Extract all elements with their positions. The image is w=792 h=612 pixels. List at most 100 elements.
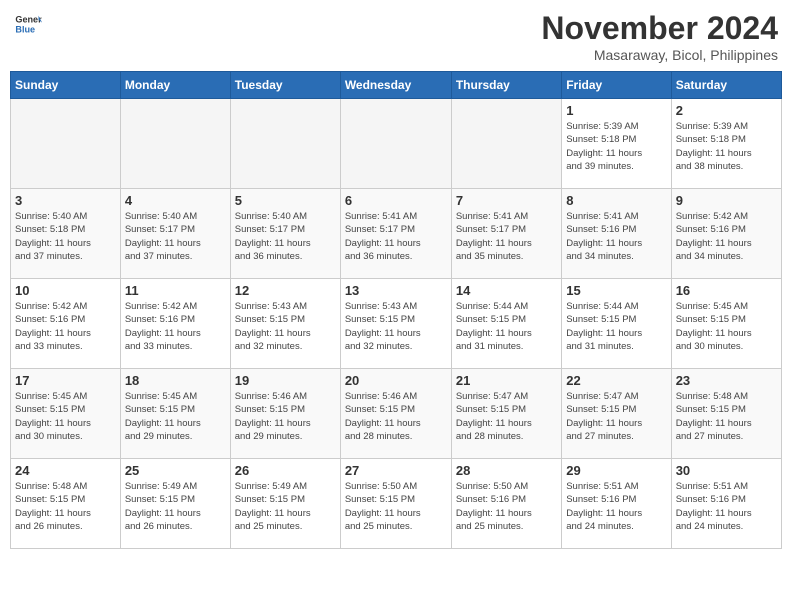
day-number: 7 [456, 193, 557, 208]
day-cell: 13 Sunrise: 5:43 AMSunset: 5:15 PMDayligh… [340, 279, 451, 369]
day-cell: 29 Sunrise: 5:51 AMSunset: 5:16 PMDayligh… [562, 459, 671, 549]
day-info: Sunrise: 5:41 AMSunset: 5:17 PMDaylight:… [345, 210, 447, 263]
day-number: 2 [676, 103, 777, 118]
day-info: Sunrise: 5:51 AMSunset: 5:16 PMDaylight:… [566, 480, 666, 533]
day-number: 17 [15, 373, 116, 388]
week-row-2: 3 Sunrise: 5:40 AMSunset: 5:18 PMDaylight… [11, 189, 782, 279]
day-number: 13 [345, 283, 447, 298]
day-info: Sunrise: 5:42 AMSunset: 5:16 PMDaylight:… [125, 300, 226, 353]
day-number: 3 [15, 193, 116, 208]
day-info: Sunrise: 5:46 AMSunset: 5:15 PMDaylight:… [235, 390, 336, 443]
day-cell: 15Sunrise: 5:44 AMSunset: 5:15 PMDayligh… [562, 279, 671, 369]
day-cell: 27Sunrise: 5:50 AMSunset: 5:15 PMDayligh… [340, 459, 451, 549]
day-info: Sunrise: 5:45 AMSunset: 5:15 PMDaylight:… [676, 300, 777, 353]
day-number: 24 [15, 463, 116, 478]
day-cell: 1 Sunrise: 5:39 AMSunset: 5:18 PMDaylight… [562, 99, 671, 189]
day-number: 22 [566, 373, 666, 388]
day-cell: 4 Sunrise: 5:40 AMSunset: 5:17 PMDaylight… [120, 189, 230, 279]
weekday-header-sunday: Sunday [11, 72, 121, 99]
week-row-4: 17 Sunrise: 5:45 AMSunset: 5:15 PMDayligh… [11, 369, 782, 459]
weekday-header-monday: Monday [120, 72, 230, 99]
day-number: 14 [456, 283, 557, 298]
page-header: General Blue November 2024 Masaraway, Bi… [10, 10, 782, 63]
logo: General Blue [14, 10, 42, 38]
week-row-3: 10 Sunrise: 5:42 AMSunset: 5:16 PMDayligh… [11, 279, 782, 369]
day-cell: 16Sunrise: 5:45 AMSunset: 5:15 PMDayligh… [671, 279, 781, 369]
day-info: Sunrise: 5:51 AMSunset: 5:16 PMDaylight:… [676, 480, 777, 533]
day-cell: 6 Sunrise: 5:41 AMSunset: 5:17 PMDaylight… [340, 189, 451, 279]
day-info: Sunrise: 5:42 AMSunset: 5:16 PMDaylight:… [15, 300, 116, 353]
day-number: 15 [566, 283, 666, 298]
day-info: Sunrise: 5:41 AMSunset: 5:17 PMDaylight:… [456, 210, 557, 263]
calendar-table: SundayMondayTuesdayWednesdayThursdayFrid… [10, 71, 782, 549]
week-row-5: 24Sunrise: 5:48 AMSunset: 5:15 PMDayligh… [11, 459, 782, 549]
logo-icon: General Blue [14, 10, 42, 38]
day-number: 25 [125, 463, 226, 478]
day-number: 1 [566, 103, 666, 118]
day-cell: 8 Sunrise: 5:41 AMSunset: 5:16 PMDaylight… [562, 189, 671, 279]
day-cell: 7 Sunrise: 5:41 AMSunset: 5:17 PMDaylight… [451, 189, 561, 279]
weekday-header-row: SundayMondayTuesdayWednesdayThursdayFrid… [11, 72, 782, 99]
day-info: Sunrise: 5:49 AMSunset: 5:15 PMDaylight:… [125, 480, 226, 533]
day-number: 20 [345, 373, 447, 388]
day-info: Sunrise: 5:39 AMSunset: 5:18 PMDaylight:… [676, 120, 777, 173]
month-title: November 2024 [541, 10, 778, 47]
week-row-1: 1 Sunrise: 5:39 AMSunset: 5:18 PMDaylight… [11, 99, 782, 189]
day-number: 12 [235, 283, 336, 298]
day-info: Sunrise: 5:40 AMSunset: 5:18 PMDaylight:… [15, 210, 116, 263]
day-info: Sunrise: 5:40 AMSunset: 5:17 PMDaylight:… [235, 210, 336, 263]
svg-text:Blue: Blue [15, 24, 35, 34]
title-block: November 2024 Masaraway, Bicol, Philippi… [541, 10, 778, 63]
day-info: Sunrise: 5:39 AMSunset: 5:18 PMDaylight:… [566, 120, 666, 173]
day-cell [120, 99, 230, 189]
day-number: 6 [345, 193, 447, 208]
day-cell: 11Sunrise: 5:42 AMSunset: 5:16 PMDayligh… [120, 279, 230, 369]
day-cell: 14 Sunrise: 5:44 AMSunset: 5:15 PMDayligh… [451, 279, 561, 369]
weekday-header-wednesday: Wednesday [340, 72, 451, 99]
day-info: Sunrise: 5:46 AMSunset: 5:15 PMDaylight:… [345, 390, 447, 443]
day-number: 18 [125, 373, 226, 388]
location: Masaraway, Bicol, Philippines [541, 47, 778, 63]
day-info: Sunrise: 5:42 AMSunset: 5:16 PMDaylight:… [676, 210, 777, 263]
day-info: Sunrise: 5:49 AMSunset: 5:15 PMDaylight:… [235, 480, 336, 533]
day-cell: 21 Sunrise: 5:47 AMSunset: 5:15 PMDayligh… [451, 369, 561, 459]
day-cell: 5 Sunrise: 5:40 AMSunset: 5:17 PMDaylight… [230, 189, 340, 279]
day-cell: 9Sunrise: 5:42 AMSunset: 5:16 PMDaylight… [671, 189, 781, 279]
day-cell [230, 99, 340, 189]
day-info: Sunrise: 5:44 AMSunset: 5:15 PMDaylight:… [456, 300, 557, 353]
day-cell: 22Sunrise: 5:47 AMSunset: 5:15 PMDayligh… [562, 369, 671, 459]
day-info: Sunrise: 5:43 AMSunset: 5:15 PMDaylight:… [235, 300, 336, 353]
day-cell: 18 Sunrise: 5:45 AMSunset: 5:15 PMDayligh… [120, 369, 230, 459]
day-info: Sunrise: 5:47 AMSunset: 5:15 PMDaylight:… [456, 390, 557, 443]
day-cell: 17 Sunrise: 5:45 AMSunset: 5:15 PMDayligh… [11, 369, 121, 459]
weekday-header-saturday: Saturday [671, 72, 781, 99]
day-number: 21 [456, 373, 557, 388]
day-info: Sunrise: 5:45 AMSunset: 5:15 PMDaylight:… [15, 390, 116, 443]
day-cell: 30Sunrise: 5:51 AMSunset: 5:16 PMDayligh… [671, 459, 781, 549]
day-number: 19 [235, 373, 336, 388]
day-cell: 24Sunrise: 5:48 AMSunset: 5:15 PMDayligh… [11, 459, 121, 549]
day-cell: 25 Sunrise: 5:49 AMSunset: 5:15 PMDayligh… [120, 459, 230, 549]
day-number: 8 [566, 193, 666, 208]
day-number: 29 [566, 463, 666, 478]
day-info: Sunrise: 5:40 AMSunset: 5:17 PMDaylight:… [125, 210, 226, 263]
day-info: Sunrise: 5:43 AMSunset: 5:15 PMDaylight:… [345, 300, 447, 353]
day-number: 10 [15, 283, 116, 298]
day-cell [451, 99, 561, 189]
day-cell: 23Sunrise: 5:48 AMSunset: 5:15 PMDayligh… [671, 369, 781, 459]
day-number: 4 [125, 193, 226, 208]
day-number: 23 [676, 373, 777, 388]
day-cell: 12 Sunrise: 5:43 AMSunset: 5:15 PMDayligh… [230, 279, 340, 369]
day-info: Sunrise: 5:45 AMSunset: 5:15 PMDaylight:… [125, 390, 226, 443]
day-cell [11, 99, 121, 189]
day-cell: 2 Sunrise: 5:39 AMSunset: 5:18 PMDaylight… [671, 99, 781, 189]
day-cell: 20 Sunrise: 5:46 AMSunset: 5:15 PMDayligh… [340, 369, 451, 459]
day-cell: 10 Sunrise: 5:42 AMSunset: 5:16 PMDayligh… [11, 279, 121, 369]
day-cell: 19 Sunrise: 5:46 AMSunset: 5:15 PMDayligh… [230, 369, 340, 459]
day-cell [340, 99, 451, 189]
day-cell: 3 Sunrise: 5:40 AMSunset: 5:18 PMDaylight… [11, 189, 121, 279]
day-cell: 26Sunrise: 5:49 AMSunset: 5:15 PMDayligh… [230, 459, 340, 549]
day-number: 5 [235, 193, 336, 208]
day-number: 27 [345, 463, 447, 478]
day-info: Sunrise: 5:41 AMSunset: 5:16 PMDaylight:… [566, 210, 666, 263]
